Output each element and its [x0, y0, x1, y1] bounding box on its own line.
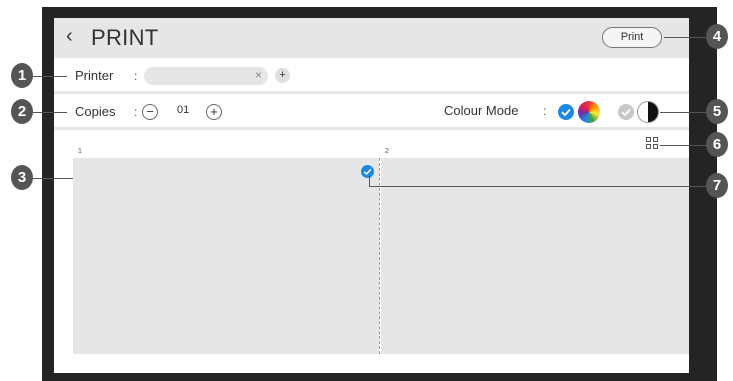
callout-leader [33, 178, 73, 179]
grid-cell [646, 144, 651, 149]
copies-label: Copies [75, 104, 116, 119]
chevron-left-icon[interactable]: ‹ [66, 25, 73, 48]
close-icon[interactable]: × [255, 68, 262, 82]
plus-icon: + [279, 69, 286, 81]
callout-6: 6 [706, 132, 728, 157]
callout-leader [660, 145, 706, 146]
colour-option-selected-check[interactable] [558, 104, 574, 120]
grid-view-icon[interactable] [646, 137, 660, 151]
bw-option-check[interactable] [618, 104, 634, 120]
printer-select-field[interactable]: × [144, 67, 268, 85]
grid-cell [653, 137, 658, 142]
colour-mode-colon: : [543, 104, 547, 118]
callout-leader [33, 76, 67, 77]
increment-copies-button[interactable]: + [206, 104, 222, 120]
minus-icon: − [146, 104, 154, 119]
grid-cell [646, 137, 651, 142]
callout-leader [33, 112, 67, 113]
callout-leader [369, 186, 706, 187]
callout-leader [660, 112, 706, 113]
callout-leader [664, 37, 706, 38]
page-selected-check[interactable] [361, 165, 374, 178]
page-title: PRINT [91, 25, 159, 50]
check-icon [561, 108, 571, 117]
divider [54, 127, 689, 130]
check-icon [621, 108, 631, 117]
callout-7: 7 [706, 173, 728, 198]
page-number-1: 1 [78, 148, 82, 155]
page-divider [379, 158, 380, 354]
printer-label: Printer [75, 68, 114, 83]
decrement-copies-button[interactable]: − [142, 104, 158, 120]
print-screen: ‹ PRINT Print Printer : × + Copies : − 0… [54, 18, 689, 373]
callout-4: 4 [706, 24, 728, 49]
page-preview-2[interactable] [381, 158, 689, 354]
divider [54, 91, 689, 94]
colour-mode-colour-option[interactable] [578, 101, 600, 123]
callout-1: 1 [11, 63, 33, 88]
colour-mode-label: Colour Mode [444, 103, 519, 118]
print-header: ‹ PRINT Print [54, 18, 689, 58]
add-printer-button[interactable]: + [275, 68, 290, 83]
colour-mode-bw-option[interactable] [637, 101, 659, 123]
copies-value: 01 [177, 104, 190, 116]
copies-colon: : [134, 105, 138, 119]
page-number-2: 2 [385, 148, 389, 155]
plus-icon: + [210, 104, 218, 119]
callout-leader [369, 176, 370, 186]
callout-2: 2 [11, 99, 33, 124]
callout-5: 5 [706, 99, 728, 124]
page-preview-1[interactable] [73, 158, 379, 354]
printer-colon: : [134, 69, 138, 83]
print-button[interactable]: Print [602, 27, 662, 48]
callout-3: 3 [11, 165, 33, 190]
grid-cell [653, 144, 658, 149]
check-icon [363, 168, 372, 176]
